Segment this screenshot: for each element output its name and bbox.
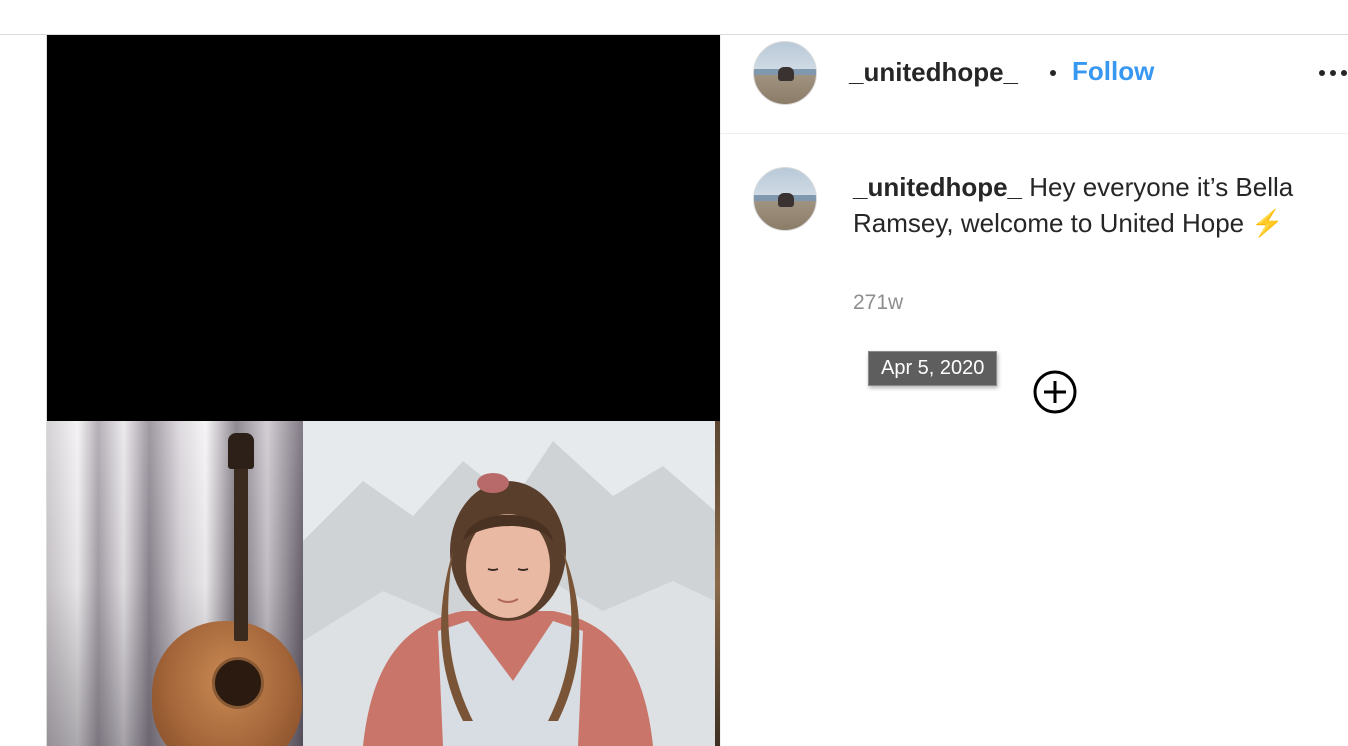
video-frame-guitar [47,421,303,746]
header-username[interactable]: _unitedhope_ [849,57,1018,88]
post-media[interactable] [46,35,720,746]
avatar[interactable] [753,41,817,105]
more-options-icon[interactable] [1315,59,1348,87]
post-side-panel: _unitedhope_ Follow _unitedhope_ Hey eve… [720,35,1348,746]
separator-dot [1050,70,1056,76]
date-tooltip: Apr 5, 2020 [868,351,998,386]
top-bar [0,0,1348,35]
add-circle-icon [1033,370,1077,414]
lightning-icon: ⚡️ [1251,208,1284,238]
caption-username[interactable]: _unitedhope_ [853,172,1022,202]
follow-button[interactable]: Follow [1072,56,1154,87]
post-timestamp[interactable]: 271w [853,291,903,315]
video-frame-person [303,421,715,746]
avatar[interactable] [753,167,817,231]
caption-text: _unitedhope_ Hey everyone it’s Bella Ram… [853,169,1313,241]
post-header: _unitedhope_ Follow [721,35,1348,134]
video-letterbox [47,35,720,421]
person-image [363,473,653,746]
